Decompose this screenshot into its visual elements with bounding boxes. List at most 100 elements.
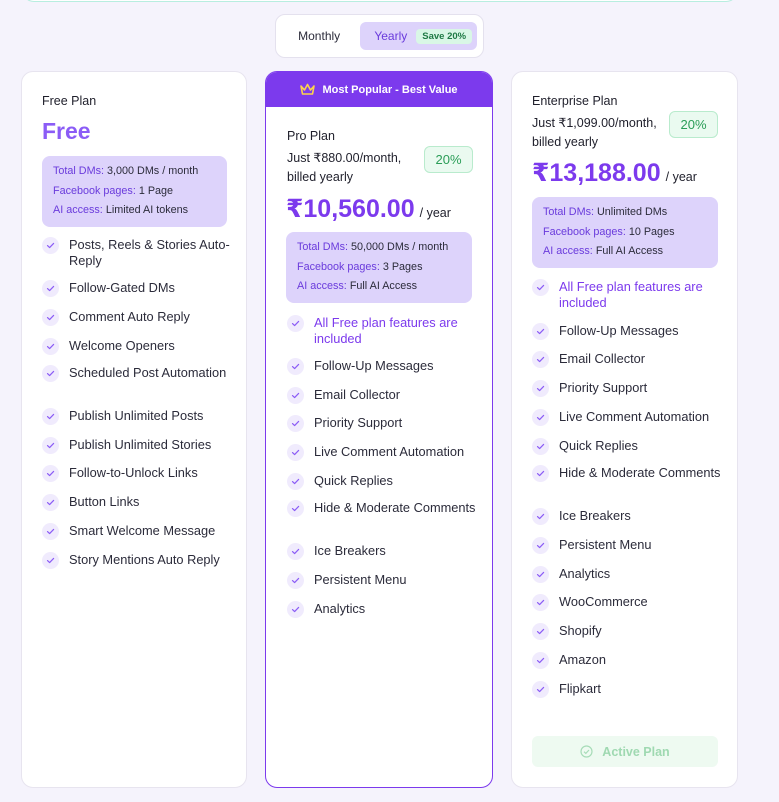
limit-value: 1 Page [138,184,174,197]
feature-item: Button Links [42,494,242,511]
feature-item: WooCommerce [532,594,732,611]
check-icon [42,494,59,511]
monthly-price-line: Just ₹880.00/month, [287,151,402,165]
feature-item: Publish Unlimited Posts [42,408,242,425]
check-icon [532,465,549,482]
feature-label: Follow-to-Unlock Links [69,465,198,480]
feature-item: Priority Support [532,380,732,397]
check-icon [42,280,59,297]
feature-item: Amazon [532,652,732,669]
check-icon [532,409,549,426]
enterprise-plan-card: Enterprise Plan Just ₹1,099.00/month, bi… [511,71,738,788]
plan-limits-box: Total DMs: 3,000 DMs / month Facebook pa… [42,156,227,227]
check-icon [42,437,59,454]
check-icon [42,552,59,569]
limit-row: Facebook pages: 10 Pages [543,223,707,243]
limit-row: AI access: Limited AI tokens [53,201,216,221]
check-circle-icon [580,745,593,758]
feature-label: Email Collector [314,387,401,402]
most-popular-banner: Most Popular - Best Value [266,72,492,107]
limit-value: 50,000 DMs / month [351,241,449,253]
feature-label: Email Collector [559,351,646,366]
feature-item: Live Comment Automation [287,444,487,461]
previous-section-edge [22,0,738,2]
check-icon [287,415,304,432]
feature-label: Persistent Menu [314,572,407,587]
feature-item: Ice Breakers [287,543,487,560]
feature-label: Comment Auto Reply [69,309,190,324]
limit-value: Full AI Access [595,245,664,257]
limit-key: AI access: [543,245,593,257]
plan-limits-box: Total DMs: 50,000 DMs / month Facebook p… [286,232,472,303]
feature-item: Scheduled Post Automation [42,365,242,382]
limit-row: AI access: Full AI Access [543,242,707,262]
check-icon [532,279,549,296]
feature-item: Email Collector [287,387,487,404]
check-icon [532,594,549,611]
limit-key: Total DMs: [543,206,594,218]
feature-item: Comment Auto Reply [42,309,242,326]
limit-value: Unlimited DMs [597,206,668,218]
limit-value: Full AI Access [349,280,418,292]
active-plan-label: Active Plan [602,744,670,759]
yearly-price: ₹10,560.00 / year [286,194,451,224]
feature-label: Live Comment Automation [559,409,710,424]
check-icon [532,566,549,583]
feature-label: Persistent Menu [559,537,652,552]
check-icon [287,572,304,589]
monthly-label: Monthly [298,29,341,43]
feature-item: Follow-Up Messages [532,323,732,340]
price-period: / year [419,206,451,220]
yearly-toggle-button[interactable]: Yearly Save 20% [360,22,477,50]
feature-item: Publish Unlimited Stories [42,437,242,454]
monthly-price-line: Just ₹1,099.00/month, [532,116,657,130]
save-badge: Save 20% [416,28,473,44]
check-icon [532,623,549,640]
check-icon [532,537,549,554]
limit-row: Total DMs: Unlimited DMs [543,203,707,223]
limit-value: 10 Pages [628,225,675,238]
monthly-toggle-button[interactable]: Monthly [282,22,356,50]
pro-plan-card: Most Popular - Best Value Pro Plan Just … [265,71,493,788]
check-icon [287,358,304,375]
limit-key: Facebook pages: [53,184,136,197]
feature-label: Priority Support [314,415,403,430]
limit-key: Total DMs: [297,241,348,253]
feature-item: Follow-Gated DMs [42,280,242,297]
feature-item: Quick Replies [532,438,732,455]
limit-key: Total DMs: [53,165,104,177]
feature-label: Quick Replies [559,438,638,453]
feature-item: Hide & Moderate Comments [287,500,487,517]
check-icon [42,523,59,540]
billing-note: billed yearly [287,170,354,184]
active-plan-button[interactable]: Active Plan [532,736,718,767]
feature-item: Persistent Menu [287,572,487,589]
feature-item: Smart Welcome Message [42,523,242,540]
feature-label: Hide & Moderate Comments [314,500,476,515]
price-period: / year [665,170,697,184]
check-icon [42,338,59,355]
limit-value: 3 Pages [382,260,423,273]
feature-label: Priority Support [559,380,648,395]
check-icon [287,444,304,461]
check-icon [287,315,304,332]
feature-item: Persistent Menu [532,537,732,554]
limit-value: Limited AI tokens [105,204,189,216]
billing-toggle: Monthly Yearly Save 20% [275,14,484,58]
feature-label: Shopify [559,623,602,638]
feature-label: Smart Welcome Message [69,523,216,538]
feature-item: All Free plan features are included [287,315,487,347]
feature-label: Follow-Gated DMs [69,280,175,295]
check-icon [287,601,304,618]
feature-item: Hide & Moderate Comments [532,465,732,482]
plan-name: Free Plan [42,94,97,108]
plan-name: Enterprise Plan [532,94,618,108]
feature-label: Welcome Openers [69,338,175,353]
feature-label: WooCommerce [559,594,648,609]
limit-row: Facebook pages: 1 Page [53,182,216,202]
feature-label: Live Comment Automation [314,444,465,459]
check-icon [287,543,304,560]
free-plan-card: Free Plan Free Total DMs: 3,000 DMs / mo… [21,71,247,788]
banner-label: Most Popular - Best Value [322,83,458,96]
check-icon [532,508,549,525]
